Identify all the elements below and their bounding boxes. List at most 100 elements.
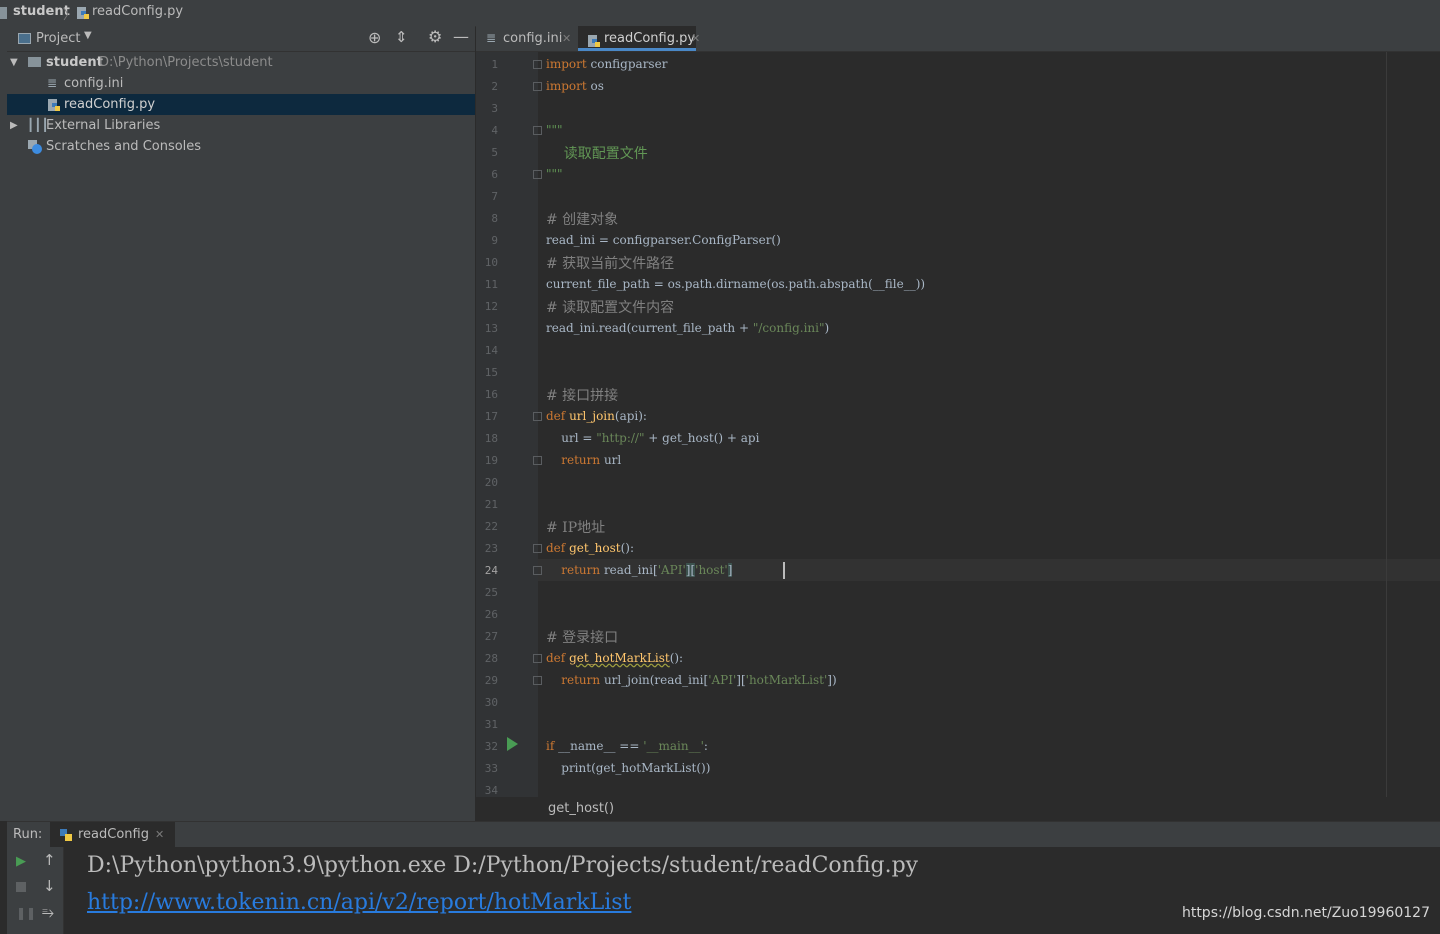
line-number: 10 [484,256,498,269]
line-number: 28 [484,652,498,665]
code-line-16: # 接口拼接 [546,388,619,404]
line-number: 4 [491,124,498,137]
line-number: 11 [484,278,498,291]
line-number: 9 [491,234,498,247]
code-line-24: return read_ini['API']['host'] [561,563,733,577]
locate-icon[interactable]: ⊕ [368,28,381,47]
python-file-icon [76,6,90,24]
run-tab-label: readConfig [78,827,149,842]
run-toolbar: ▶ ❚❚ ↑ ↓ ⥱ [7,847,64,934]
code-line-10: # 获取当前文件路径 [546,256,675,272]
collapsed-arrow-icon[interactable]: ▶ [10,115,18,136]
line-number: 15 [484,366,498,379]
python-icon [59,828,73,846]
tree-item-config-ini[interactable]: ≣ config.ini [7,73,475,94]
project-panel: Project ▼ ⊕ ⇕ ⚙ — ▼ student D:\Python\Pr… [7,26,475,821]
fold-marker-icon[interactable] [533,82,542,91]
fold-marker-icon[interactable] [533,170,542,179]
console-output-link[interactable]: http://www.tokenin.cn/api/v2/report/hotM… [87,890,631,915]
tree-item-label: Scratches and Consoles [46,139,202,154]
fold-marker-icon[interactable] [533,544,542,553]
code-line-12: # 读取配置文件内容 [546,300,675,316]
fold-marker-icon[interactable] [533,676,542,685]
gear-icon[interactable]: ⚙ [428,27,442,46]
code-line-29: return url_join(read_ini['API']['hotMark… [561,673,837,687]
chevron-down-icon[interactable]: ▼ [84,30,92,41]
expanded-arrow-icon[interactable]: ▼ [10,52,18,73]
rerun-icon[interactable]: ▶ [16,854,26,869]
fold-marker-icon[interactable] [533,654,542,663]
close-icon[interactable]: ✕ [155,828,164,841]
navigation-bar: student 〉 readConfig.py [0,0,1440,27]
right-margin-guide [1386,52,1387,797]
code-line-32: if __name__ == '__main__': [546,739,708,753]
code-line-2: import os [546,79,604,93]
tree-item-scratches[interactable]: Scratches and Consoles [7,136,475,157]
soft-wrap-icon[interactable]: ⥱ [42,903,54,921]
project-view-label[interactable]: Project [36,31,80,46]
tree-item-label: readConfig.py [64,97,156,112]
scratches-icon [28,140,42,161]
fold-marker-icon[interactable] [533,126,542,135]
tab-readconfig-py[interactable]: readConfig.py ✕ [578,26,700,51]
code-line-9: read_ini = configparser.ConfigParser() [546,233,781,247]
tree-item-external-libraries[interactable]: ▶ ┃┃┃ External Libraries [7,115,475,136]
line-number: 12 [484,300,498,313]
editor-tab-bar: ≣ config.ini ✕ readConfig.py ✕ [476,26,1440,52]
run-gutter-icon[interactable] [507,737,518,751]
ini-file-icon: ≣ [486,31,497,45]
code-line-8: # 创建对象 [546,212,619,228]
code-line-17: def url_join(api): [546,409,647,423]
line-number: 31 [484,718,498,731]
breadcrumb-file[interactable]: readConfig.py [92,4,183,19]
line-number: 16 [484,388,498,401]
context-function[interactable]: get_host() [548,801,614,816]
code-line-27: # 登录接口 [546,630,619,646]
code-line-6: """ [546,167,563,181]
close-icon[interactable]: ✕ [691,26,700,51]
fold-marker-icon[interactable] [533,566,542,575]
collapse-all-icon[interactable]: ⇕ [395,28,408,46]
line-number-current: 24 [484,564,498,577]
arrow-up-icon[interactable]: ↑ [43,851,56,869]
code-line-1: import configparser [546,57,668,71]
text-caret [783,562,785,579]
close-icon[interactable]: ✕ [562,26,571,51]
folder-icon [0,7,7,19]
fold-marker-icon[interactable] [533,456,542,465]
line-number: 2 [491,80,498,93]
tree-item-label: student [46,55,103,70]
tab-config-ini[interactable]: ≣ config.ini ✕ [476,26,578,51]
line-number: 6 [491,168,498,181]
line-number: 33 [484,762,498,775]
code-line-18: url = "http://" + get_host() + api [546,431,760,445]
breadcrumb-project[interactable]: student [13,4,70,19]
ini-file-icon: ≣ [47,76,58,90]
line-number: 26 [484,608,498,621]
console-command-line: D:\Python\python3.9\python.exe D:/Python… [87,853,919,878]
line-number: 18 [484,432,498,445]
line-number: 14 [484,344,498,357]
run-label: Run: [13,827,43,842]
line-number: 13 [484,322,498,335]
code-line-33: print(get_hotMarkList()) [546,761,711,775]
pause-icon[interactable]: ❚❚ [16,906,36,920]
stop-icon[interactable] [16,882,26,892]
run-tab-readconfig[interactable]: readConfig ✕ [50,822,175,848]
line-number: 22 [484,520,498,533]
arrow-down-icon[interactable]: ↓ [43,877,56,895]
tree-item-readconfig-py[interactable]: readConfig.py [7,94,475,115]
editor-breadcrumb: get_host() [538,797,1440,821]
code-line-23: def get_host(): [546,541,635,555]
minimize-icon[interactable]: — [453,27,469,46]
breadcrumb-separator-icon: 〉 [63,8,77,23]
fold-marker-icon[interactable] [533,60,542,69]
line-number: 3 [491,102,498,115]
line-number: 27 [484,630,498,643]
watermark: https://blog.csdn.net/Zuo19960127 [1181,905,1430,921]
tab-label: config.ini [503,31,563,46]
fold-marker-icon[interactable] [533,412,542,421]
tree-item-student[interactable]: ▼ student D:\Python\Projects\student [7,52,475,73]
line-number: 25 [484,586,498,599]
line-number: 20 [484,476,498,489]
